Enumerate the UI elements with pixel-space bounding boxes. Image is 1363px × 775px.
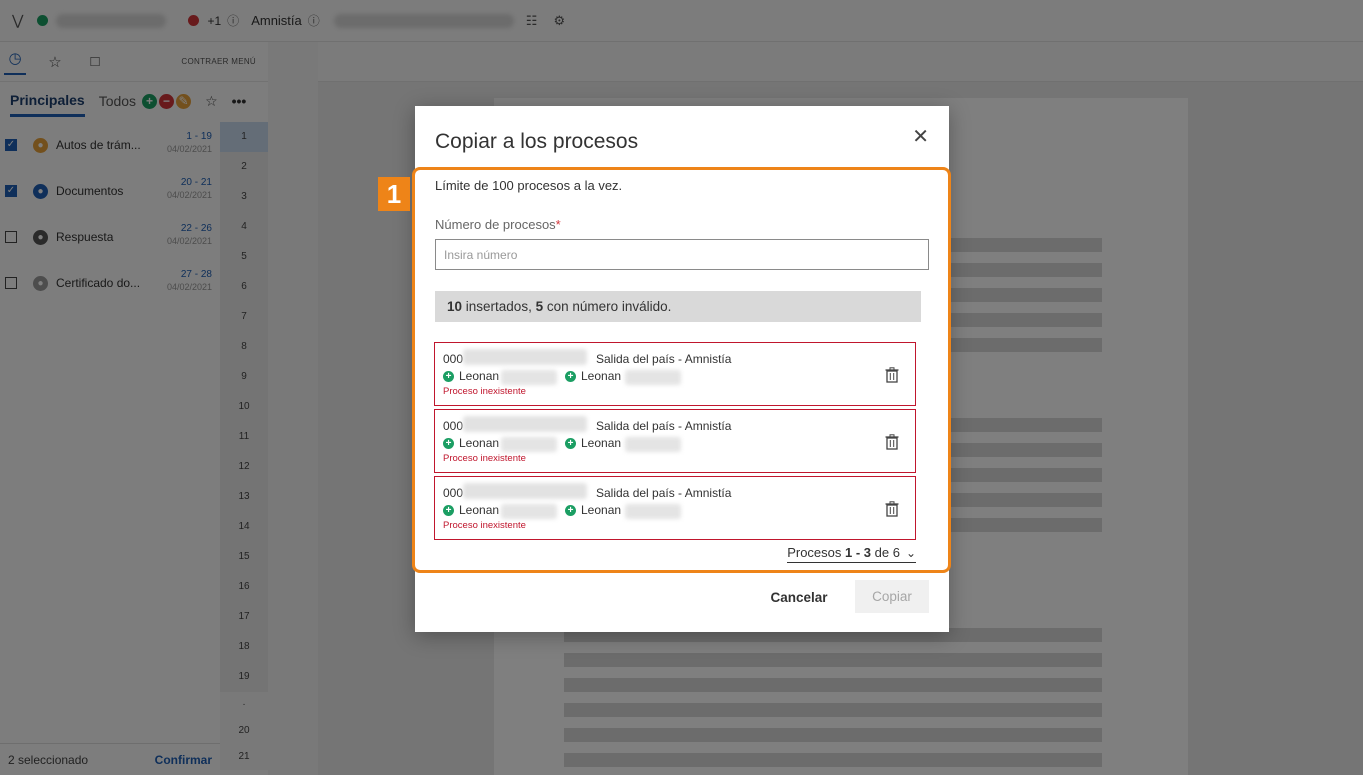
- step-highlight-frame: [412, 167, 951, 573]
- step-badge: 1: [378, 177, 410, 211]
- copy-button[interactable]: Copiar: [855, 580, 929, 613]
- cancel-button[interactable]: Cancelar: [765, 581, 833, 613]
- dialog-title: Copiar a los procesos: [435, 130, 639, 153]
- close-icon[interactable]: ✕: [912, 124, 929, 149]
